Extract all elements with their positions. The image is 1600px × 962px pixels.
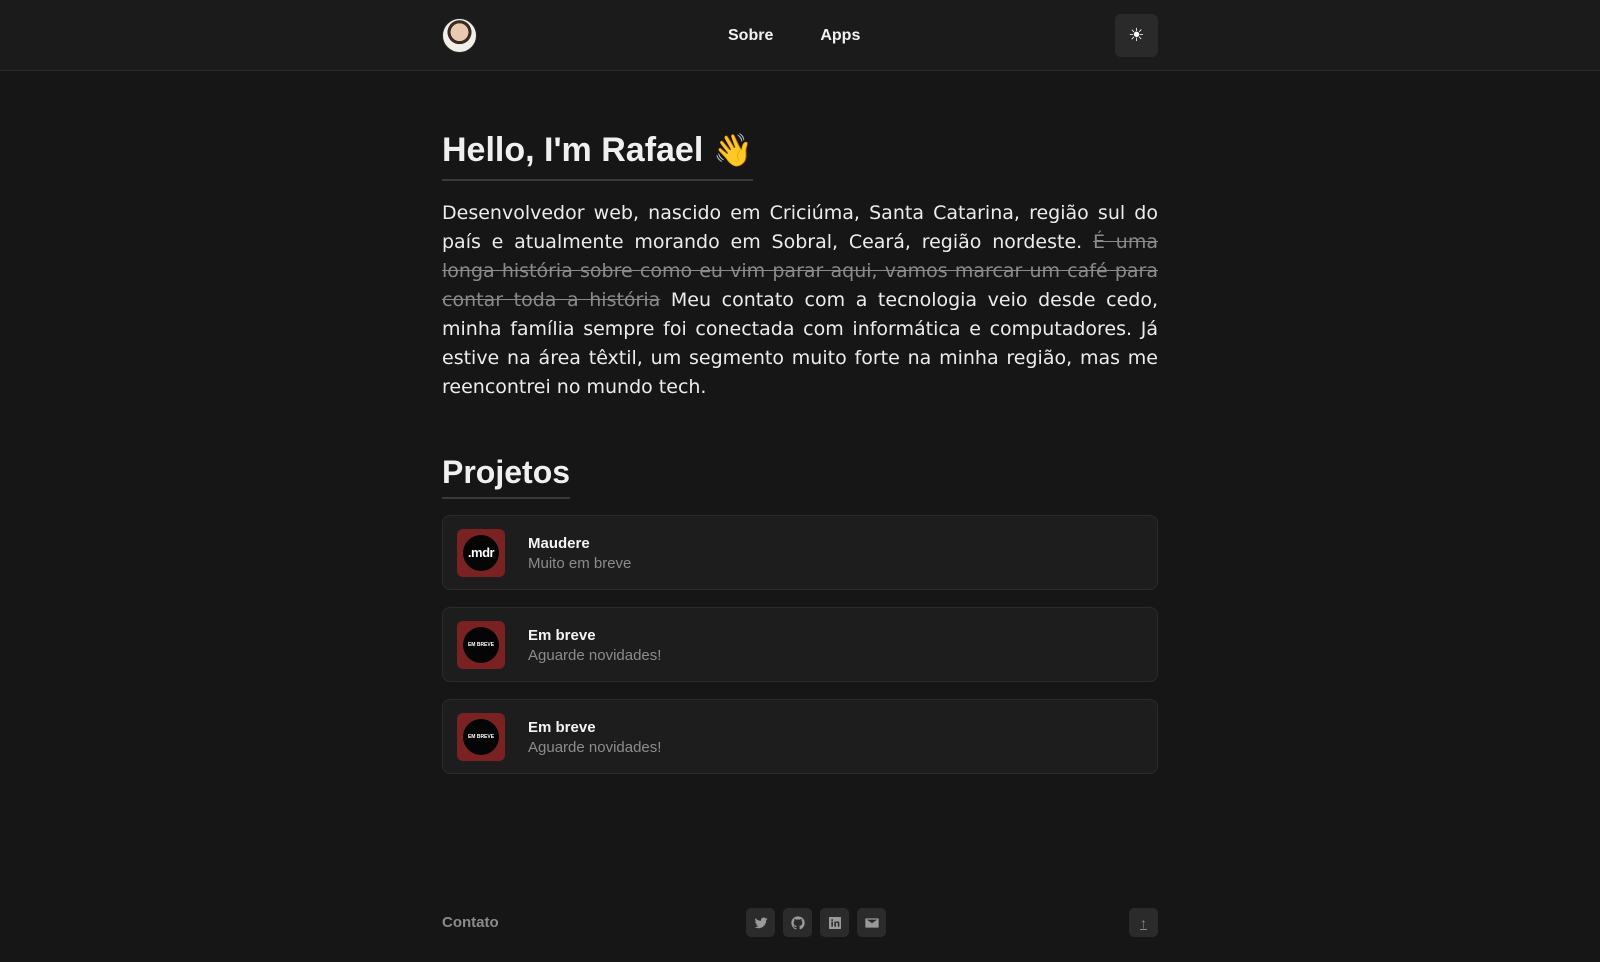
project-card-maudere[interactable]: .mdr Maudere Muito em breve bbox=[442, 514, 1158, 590]
project-name: Em breve bbox=[528, 718, 596, 736]
project-description: Aguarde novidades! bbox=[528, 646, 662, 664]
projects-list: .mdr Maudere Muito em breve EM BREVE Em … bbox=[442, 514, 1158, 774]
project-description: Muito em breve bbox=[528, 554, 632, 572]
project-name: Em breve bbox=[528, 626, 596, 644]
social-links bbox=[746, 908, 886, 937]
hero-title-text: Hello, I'm Rafael bbox=[442, 131, 704, 169]
bio-text-1: Desenvolvedor web, nascido em Criciúma, … bbox=[442, 201, 1158, 253]
contact-label: Contato bbox=[442, 914, 499, 931]
waving-hand-icon: 👋 bbox=[713, 132, 754, 168]
project-logo: .mdr bbox=[457, 528, 505, 577]
project-logo: EM BREVE bbox=[457, 620, 505, 669]
project-card-em-breve-1[interactable]: EM BREVE Em breve Aguarde novidades! bbox=[442, 606, 1158, 682]
linkedin-icon bbox=[828, 916, 841, 929]
mdr-logo-icon: .mdr bbox=[463, 534, 499, 571]
nav-link-apps[interactable]: Apps bbox=[820, 27, 860, 45]
linkedin-link[interactable] bbox=[820, 908, 849, 937]
bio-paragraph: Desenvolvedor web, nascido em Criciúma, … bbox=[442, 199, 1158, 402]
main-content: Hello, I'm Rafael 👋 Desenvolvedor web, na… bbox=[442, 130, 1158, 774]
nav-link-sobre[interactable]: Sobre bbox=[728, 27, 773, 45]
avatar[interactable] bbox=[442, 18, 477, 53]
em-breve-logo-icon: EM BREVE bbox=[463, 626, 499, 663]
main-nav: Sobre Apps bbox=[728, 27, 860, 45]
scroll-to-top-button[interactable]: ↑ bbox=[1129, 908, 1158, 937]
em-breve-logo-icon: EM BREVE bbox=[463, 718, 499, 755]
site-header: Sobre Apps ☀ bbox=[0, 0, 1600, 71]
github-icon bbox=[790, 915, 805, 929]
twitter-icon bbox=[753, 917, 768, 928]
github-link[interactable] bbox=[783, 908, 812, 937]
project-card-em-breve-2[interactable]: EM BREVE Em breve Aguarde novidades! bbox=[442, 698, 1158, 774]
email-link[interactable] bbox=[857, 908, 886, 937]
project-logo: EM BREVE bbox=[457, 712, 505, 761]
mail-icon bbox=[864, 917, 879, 928]
project-name: Maudere bbox=[528, 534, 590, 552]
projects-title: Projetos bbox=[442, 454, 571, 499]
twitter-link[interactable] bbox=[746, 908, 775, 937]
project-description: Aguarde novidades! bbox=[528, 738, 662, 756]
arrow-up-icon: ↑ bbox=[1140, 914, 1147, 931]
hero-title: Hello, I'm Rafael 👋 bbox=[442, 130, 754, 181]
sun-icon: ☀ bbox=[1128, 25, 1145, 45]
theme-toggle-button[interactable]: ☀ bbox=[1115, 14, 1158, 57]
